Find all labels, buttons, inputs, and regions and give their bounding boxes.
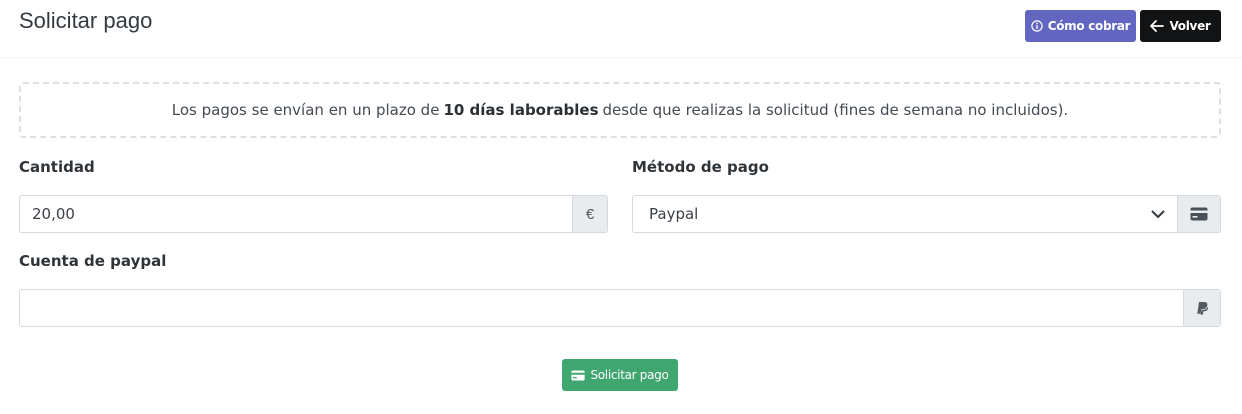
info-circle-icon [1031, 20, 1043, 32]
credit-card-icon [571, 369, 586, 381]
notice-text-before: Los pagos se envían en un plazo de [171, 101, 440, 119]
header-divider [0, 57, 1242, 58]
back-label: Volver [1169, 19, 1211, 33]
submit-label: Solicitar pago [590, 368, 669, 382]
credit-card-icon [1190, 207, 1208, 221]
amount-label: Cantidad [19, 158, 95, 176]
card-addon [1177, 196, 1220, 232]
notice-text-bold: 10 días laborables [443, 101, 599, 119]
payment-method-value: Paypal [649, 205, 699, 223]
paypal-account-group [19, 289, 1221, 327]
page-title: Solicitar pago [19, 8, 153, 33]
arrow-left-icon [1150, 20, 1165, 32]
paypal-account-label: Cuenta de paypal [19, 252, 167, 270]
payment-notice: Los pagos se envían en un plazo de 10 dí… [19, 82, 1221, 138]
payment-request-page: Solicitar pago Cómo cobrar Volver Los pa… [0, 0, 1242, 414]
chevron-down-icon [1151, 210, 1165, 218]
euro-addon: € [572, 196, 607, 232]
paypal-icon [1196, 301, 1208, 315]
how-to-collect-button[interactable]: Cómo cobrar [1025, 10, 1136, 42]
payment-method-group: Paypal [632, 195, 1221, 233]
amount-input-group: 20,00 € [19, 195, 608, 233]
paypal-account-input[interactable] [20, 290, 1183, 326]
notice-text-after: desde que realizas la solicitud (fines d… [602, 101, 1069, 119]
paypal-addon [1183, 290, 1220, 326]
how-to-collect-label: Cómo cobrar [1047, 19, 1131, 33]
amount-input[interactable]: 20,00 [20, 196, 572, 232]
submit-payment-request-button[interactable]: Solicitar pago [562, 359, 678, 391]
payment-method-select[interactable]: Paypal [633, 196, 1177, 232]
payment-method-label: Método de pago [632, 158, 769, 176]
back-button[interactable]: Volver [1140, 10, 1221, 42]
